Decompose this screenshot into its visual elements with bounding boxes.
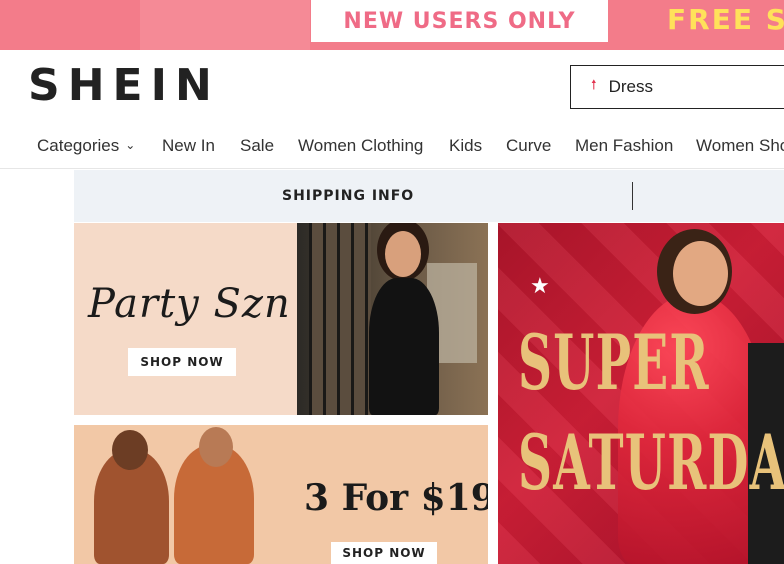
nav-item-label: Categories [37, 136, 120, 155]
party-shop-now-button[interactable]: SHOP NOW [128, 348, 236, 376]
nav-item-categories[interactable]: Categories ⌄ [37, 136, 135, 156]
promo-bar[interactable]: NEW USERS ONLY FREE S [0, 0, 784, 50]
nav-item-men-fashion[interactable]: Men Fashion [575, 136, 673, 156]
sequin-dress [369, 278, 439, 415]
model-left-head [112, 430, 148, 470]
search-value: Dress [608, 77, 653, 96]
category-nav: Categories ⌄ New In Sale Women Clothing K… [0, 122, 784, 169]
party-photo [297, 223, 488, 415]
party-title: Party Szn [88, 281, 291, 327]
model-right-head [199, 427, 233, 467]
deal-shop-now-button[interactable]: SHOP NOW [331, 542, 437, 564]
three-for-deal-banner[interactable]: 3 For $19 SHOP NOW [74, 425, 488, 564]
shein-logo[interactable]: SHEIN [28, 60, 220, 111]
deal-title: 3 For $19 [304, 477, 488, 519]
nav-item-new-in[interactable]: New In [162, 136, 215, 156]
shipping-info-bar[interactable]: SHIPPING INFO [74, 170, 784, 222]
promo-band [140, 0, 310, 50]
nav-item-curve[interactable]: Curve [506, 136, 551, 156]
nav-item-kids[interactable]: Kids [449, 136, 482, 156]
saturday-text: SATURDAY [518, 418, 784, 507]
party-banner[interactable]: Party Szn SHOP NOW [74, 223, 488, 415]
model-head [673, 241, 728, 306]
search-input[interactable]: 🠕 Dress [570, 65, 784, 109]
chevron-down-icon: ⌄ [125, 138, 136, 152]
super-text: SUPER [518, 318, 710, 407]
star-icon: ★ [530, 273, 550, 298]
divider [632, 182, 633, 210]
shipping-info-label: SHIPPING INFO [282, 188, 415, 204]
nav-item-sale[interactable]: Sale [240, 136, 274, 156]
super-saturday-banner[interactable]: ★ SUPER SATURDAY [498, 223, 784, 564]
trending-arrow-icon: 🠕 [591, 77, 597, 92]
model-head [385, 231, 421, 277]
free-shipping-promo[interactable]: FREE S [667, 3, 784, 36]
new-users-promo[interactable]: NEW USERS ONLY [311, 0, 608, 42]
nav-item-women-shoes[interactable]: Women Sho [696, 136, 784, 156]
site-header: SHEIN 🠕 Dress [0, 50, 784, 122]
nav-item-women-clothing[interactable]: Women Clothing [298, 136, 423, 156]
door-graphic [309, 223, 371, 415]
